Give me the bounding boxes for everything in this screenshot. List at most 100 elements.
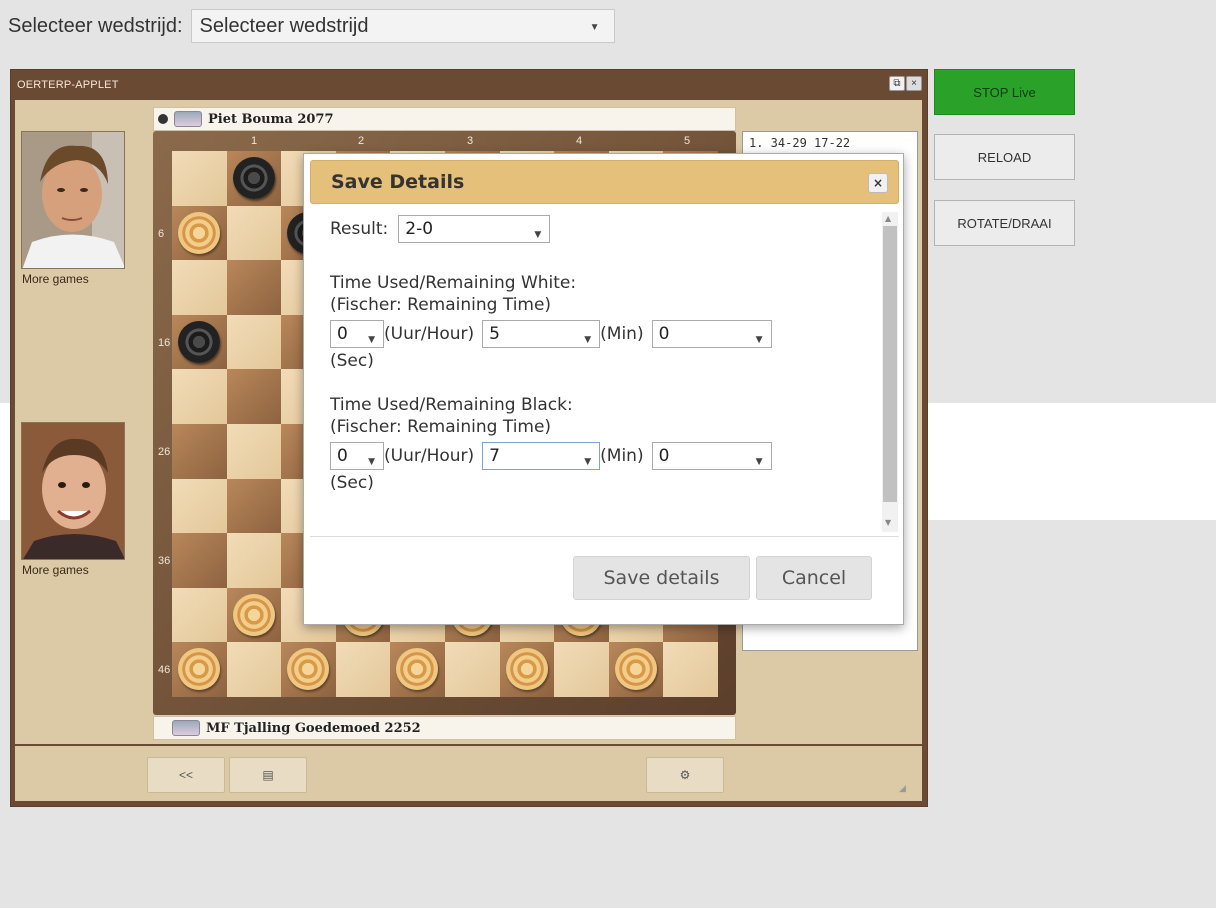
row-number: 6	[158, 228, 165, 240]
sec-unit: (Sec)	[330, 351, 374, 371]
white-piece[interactable]	[614, 648, 657, 691]
resize-grip-icon[interactable]: ◢	[899, 783, 909, 793]
gear-icon: ⚙	[679, 768, 691, 782]
black-min-select[interactable]: 7 ▼	[482, 442, 601, 470]
scrollbar-thumb[interactable]	[883, 226, 897, 502]
save-details-button[interactable]: Save details	[573, 556, 750, 600]
column-number: 3	[467, 135, 474, 147]
board-square[interactable]	[554, 642, 609, 697]
chevron-down-icon: ▼	[755, 335, 763, 345]
row-number: 36	[158, 555, 171, 567]
chevron-down-icon: ▼	[589, 22, 600, 33]
player-photo-top[interactable]	[21, 131, 125, 269]
more-games-link-bottom[interactable]: More games	[22, 563, 89, 577]
board-square[interactable]	[226, 533, 282, 588]
reload-button[interactable]: RELOAD	[934, 134, 1075, 180]
white-piece[interactable]	[505, 648, 548, 691]
close-icon[interactable]: ×	[906, 76, 922, 91]
move-line[interactable]: 1. 34-29 17-22	[743, 132, 917, 154]
rotate-button[interactable]: ROTATE/DRAAI	[934, 200, 1075, 246]
black-time-row: 0 ▼ (Uur/Hour) 7 ▼ (Min) 0 ▼	[330, 440, 878, 472]
board-square[interactable]	[172, 423, 227, 479]
black-hour-value: 0	[337, 446, 348, 466]
black-hour-select[interactable]: 0 ▼	[330, 442, 384, 470]
column-number: 1	[251, 135, 258, 147]
settings-button[interactable]: ⚙	[646, 757, 724, 793]
board-square[interactable]	[226, 314, 282, 370]
sec-unit: (Sec)	[330, 473, 374, 493]
player-bar-top: Piet Bouma 2077	[153, 107, 736, 131]
board-square[interactable]	[172, 260, 227, 315]
black-time-sub: (Fischer: Remaining Time)	[330, 417, 552, 437]
board-square[interactable]	[172, 478, 227, 534]
cancel-button[interactable]: Cancel	[756, 556, 872, 600]
board-square[interactable]	[226, 260, 282, 315]
column-number: 5	[684, 135, 691, 147]
save-icon: ▤	[262, 768, 274, 782]
match-select[interactable]: Selecteer wedstrijd ▼	[190, 9, 615, 43]
dialog-header: Save Details ×	[310, 160, 899, 204]
player-bar-bottom: MF Tjalling Goedemoed 2252	[153, 716, 736, 740]
result-select[interactable]: 2-0 ▼	[398, 215, 551, 243]
hour-unit: (Uur/Hour)	[384, 446, 475, 466]
white-time-sub: (Fischer: Remaining Time)	[330, 295, 552, 315]
board-square[interactable]	[444, 642, 500, 697]
black-sec-select[interactable]: 0 ▼	[651, 442, 772, 470]
player-name-bottom: MF Tjalling Goedemoed 2252	[206, 720, 421, 736]
white-hour-select[interactable]: 0 ▼	[330, 320, 384, 348]
board-square[interactable]	[663, 642, 718, 697]
column-number: 4	[576, 135, 583, 147]
board-square[interactable]	[172, 369, 227, 424]
black-min-value: 7	[489, 446, 500, 466]
white-min-select[interactable]: 5 ▼	[482, 320, 601, 348]
board-square[interactable]	[226, 642, 282, 697]
white-min-value: 5	[489, 324, 500, 344]
min-unit: (Min)	[600, 324, 644, 344]
save-button[interactable]: ▤	[229, 757, 307, 793]
player-photo-bottom[interactable]	[21, 422, 125, 560]
chevron-down-icon: ▼	[368, 457, 375, 467]
dialog-title: Save Details	[331, 171, 465, 193]
scroll-down-icon[interactable]: ▼	[885, 518, 891, 527]
hour-unit: (Uur/Hour)	[384, 324, 475, 344]
board-square[interactable]	[172, 587, 227, 643]
black-sec-value: 0	[658, 446, 670, 466]
rewind-icon: <<	[178, 768, 193, 782]
black-time-heading: Time Used/Remaining Black:	[330, 395, 573, 415]
column-number: 2	[358, 135, 365, 147]
white-piece[interactable]	[232, 593, 275, 636]
board-square[interactable]	[172, 533, 227, 588]
board-square[interactable]	[226, 478, 282, 534]
chevron-down-icon: ▼	[534, 230, 542, 240]
flag-icon	[174, 111, 202, 127]
dialog-body: Result: 2-0 ▼ Time Used/Remaining White:…	[330, 214, 878, 534]
board-square[interactable]	[335, 642, 391, 697]
board-square[interactable]	[226, 369, 282, 424]
scroll-up-icon[interactable]: ▲	[885, 214, 891, 223]
white-piece[interactable]	[178, 211, 220, 254]
white-sec-select[interactable]: 0 ▼	[651, 320, 772, 348]
white-hour-value: 0	[337, 324, 348, 344]
result-value: 2-0	[405, 219, 434, 239]
white-time-row: 0 ▼ (Uur/Hour) 5 ▼ (Min) 0 ▼	[330, 318, 878, 350]
board-square[interactable]	[226, 205, 282, 261]
row-number: 16	[158, 337, 171, 349]
black-piece[interactable]	[232, 157, 275, 199]
board-square[interactable]	[172, 151, 227, 206]
dialog-divider	[310, 536, 899, 537]
row-number: 46	[158, 664, 171, 676]
chevron-down-icon: ▼	[368, 335, 375, 345]
rewind-button[interactable]: <<	[147, 757, 225, 793]
popout-icon[interactable]: ⧉	[889, 76, 905, 91]
save-details-dialog: Save Details × Result: 2-0 ▼ Time Used/R…	[303, 153, 904, 625]
black-piece[interactable]	[178, 320, 220, 363]
chevron-down-icon: ▼	[584, 335, 592, 345]
close-icon[interactable]: ×	[868, 173, 888, 193]
black-piece-icon	[158, 114, 168, 124]
dialog-scrollbar[interactable]: ▲ ▼	[882, 212, 898, 532]
stop-live-button[interactable]: STOP Live	[934, 69, 1075, 115]
match-selector-label: Selecteer wedstrijd:	[8, 14, 183, 37]
more-games-link-top[interactable]: More games	[22, 272, 89, 286]
min-unit: (Min)	[600, 446, 644, 466]
board-square[interactable]	[226, 423, 282, 479]
